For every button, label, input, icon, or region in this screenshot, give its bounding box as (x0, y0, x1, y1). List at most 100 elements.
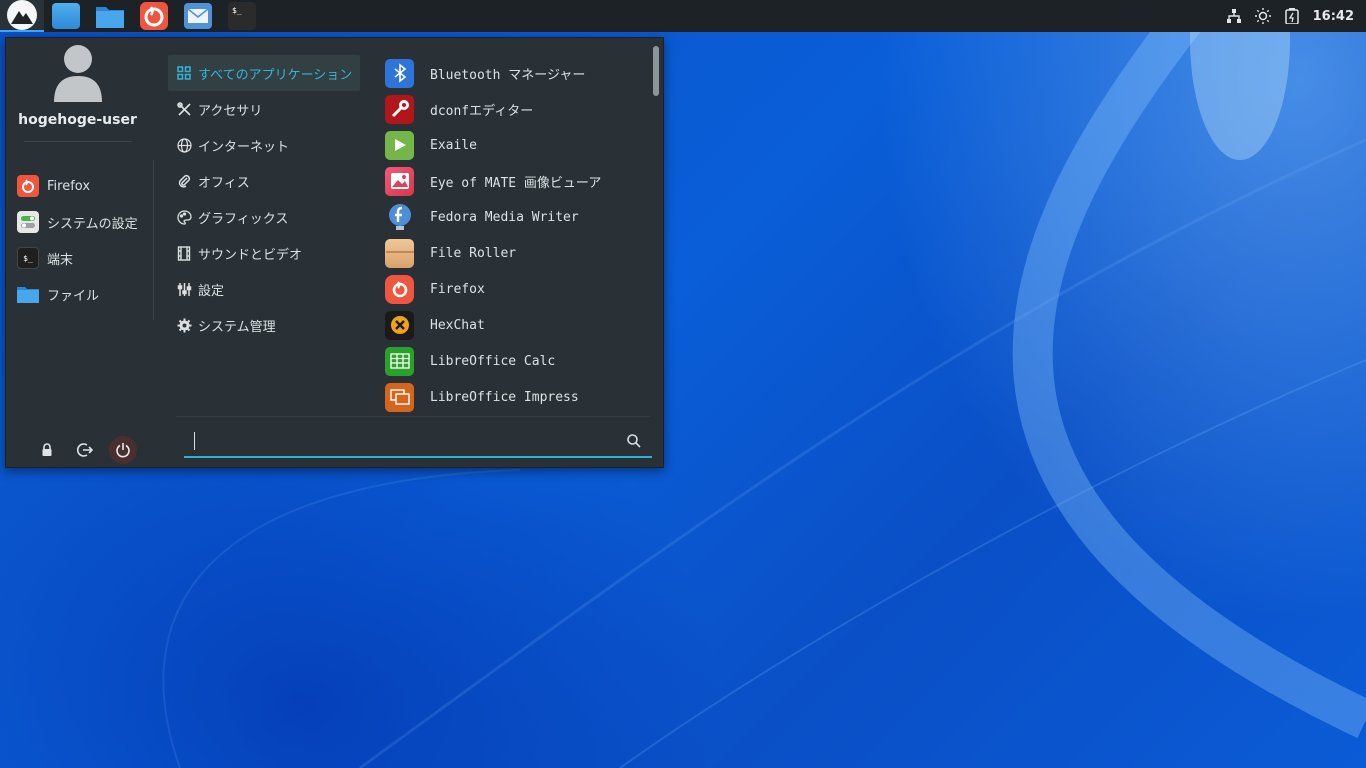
bluetooth-icon (385, 58, 414, 88)
mail-icon (184, 3, 212, 29)
clock[interactable]: 16:42 (1307, 9, 1366, 24)
session-buttons (33, 436, 137, 464)
category-label: サウンドとビデオ (198, 247, 303, 263)
firefox-icon (385, 274, 414, 304)
favorite-label: Firefox (47, 178, 91, 194)
brightness-icon[interactable] (1249, 0, 1278, 32)
app-list-scrollbar[interactable] (653, 46, 659, 96)
app-label: Eye of MATE 画像ビューア (430, 175, 602, 191)
lock-icon (42, 443, 52, 456)
app-libreoffice-impress[interactable]: LibreOffice Impress (378, 379, 648, 415)
svg-text:$_: $_ (232, 6, 242, 15)
app-label: Fedora Media Writer (430, 209, 579, 225)
hexchat-icon (385, 310, 414, 340)
category-label: 設定 (198, 283, 225, 299)
app-label: dconfエディター (430, 103, 534, 119)
system-tray: 16:42 (1220, 0, 1366, 32)
category-accessories[interactable]: アクセサリ (168, 91, 360, 127)
divider (24, 141, 132, 142)
search-input[interactable] (192, 430, 602, 452)
logout-icon (77, 443, 93, 457)
favorite-files[interactable]: ファイル (17, 276, 152, 312)
gear-icon (176, 317, 192, 333)
app-firefox[interactable]: Firefox (378, 271, 648, 307)
username: hogehoge-user (18, 112, 137, 128)
application-list: Bluetooth マネージャー dconfエディター Exaile Eye o… (378, 55, 648, 415)
impress-icon (385, 382, 414, 412)
menu-user-column: hogehoge-user Firefox システムの設定 $_ 端末 ファイル (6, 38, 153, 469)
battery-icon[interactable] (1278, 0, 1307, 32)
favorite-system-settings[interactable]: システムの設定 (17, 204, 152, 240)
terminal-icon: $_ (17, 247, 39, 269)
category-label: すべてのアプリケーション (198, 67, 353, 83)
category-graphics[interactable]: グラフィックス (168, 199, 360, 235)
show-desktop-button[interactable] (44, 0, 88, 32)
paperclip-icon (176, 173, 192, 189)
power-button[interactable] (109, 436, 137, 464)
category-all-applications[interactable]: すべてのアプリケーション (168, 55, 360, 91)
category-system-admin[interactable]: システム管理 (168, 307, 360, 343)
app-label: LibreOffice Impress (430, 389, 579, 405)
firefox-button[interactable] (132, 0, 176, 32)
globe-icon (176, 137, 192, 153)
app-bluetooth-manager[interactable]: Bluetooth マネージャー (378, 55, 648, 91)
app-label: HexChat (430, 317, 485, 333)
category-label: システム管理 (198, 319, 276, 335)
archive-icon (385, 238, 414, 268)
category-list: すべてのアプリケーション アクセサリ インターネット オフィス グラフィックス (168, 55, 360, 343)
app-libreoffice-calc[interactable]: LibreOffice Calc (378, 343, 648, 379)
app-hexchat[interactable]: HexChat (378, 307, 648, 343)
power-icon (116, 443, 130, 458)
desktop-icon (52, 3, 80, 29)
category-label: インターネット (198, 139, 290, 155)
text-caret (194, 432, 195, 450)
app-fedora-media-writer[interactable]: Fedora Media Writer (378, 199, 648, 235)
firefox-icon (140, 2, 168, 30)
logout-button[interactable] (71, 436, 99, 464)
app-label: File Roller (430, 245, 517, 261)
calc-icon (385, 346, 414, 376)
app-dconf-editor[interactable]: dconfエディター (378, 91, 648, 127)
files-button[interactable] (88, 0, 132, 32)
category-internet[interactable]: インターネット (168, 127, 360, 163)
app-label: Firefox (430, 281, 485, 297)
folder-icon (96, 7, 124, 28)
mail-button[interactable] (176, 0, 220, 32)
sliders-icon (176, 281, 192, 297)
lock-button[interactable] (33, 436, 61, 464)
category-office[interactable]: オフィス (168, 163, 360, 199)
app-file-roller[interactable]: File Roller (378, 235, 648, 271)
app-menu-button[interactable] (0, 0, 44, 32)
terminal-icon: $_ (228, 2, 256, 30)
terminal-button[interactable]: $_ (220, 0, 264, 32)
app-label: LibreOffice Calc (430, 353, 556, 369)
favorite-terminal[interactable]: $_ 端末 (17, 240, 152, 276)
film-icon (176, 245, 192, 261)
search-box (184, 424, 652, 458)
image-viewer-icon (385, 166, 414, 196)
app-exaile[interactable]: Exaile (378, 127, 648, 163)
category-label: アクセサリ (198, 103, 263, 119)
folder-icon (17, 283, 39, 305)
divider (176, 416, 650, 417)
category-label: オフィス (198, 175, 250, 191)
tools-icon (176, 101, 192, 117)
distro-logo-icon (7, 0, 37, 30)
grid-icon (176, 65, 192, 81)
play-icon (385, 130, 414, 160)
avatar[interactable] (52, 44, 104, 102)
app-eye-of-mate[interactable]: Eye of MATE 画像ビューア (378, 163, 648, 199)
divider (153, 160, 154, 320)
fedora-icon (385, 203, 414, 232)
network-icon[interactable] (1220, 0, 1249, 32)
palette-icon (176, 209, 192, 225)
firefox-icon (17, 175, 39, 197)
category-settings[interactable]: 設定 (168, 271, 360, 307)
app-label: Exaile (430, 137, 477, 153)
favorite-firefox[interactable]: Firefox (17, 168, 152, 204)
category-sound-video[interactable]: サウンドとビデオ (168, 235, 360, 271)
favorite-label: 端末 (47, 252, 74, 268)
search-icon[interactable] (626, 433, 642, 449)
category-label: グラフィックス (198, 211, 289, 227)
favorite-label: システムの設定 (47, 216, 138, 232)
